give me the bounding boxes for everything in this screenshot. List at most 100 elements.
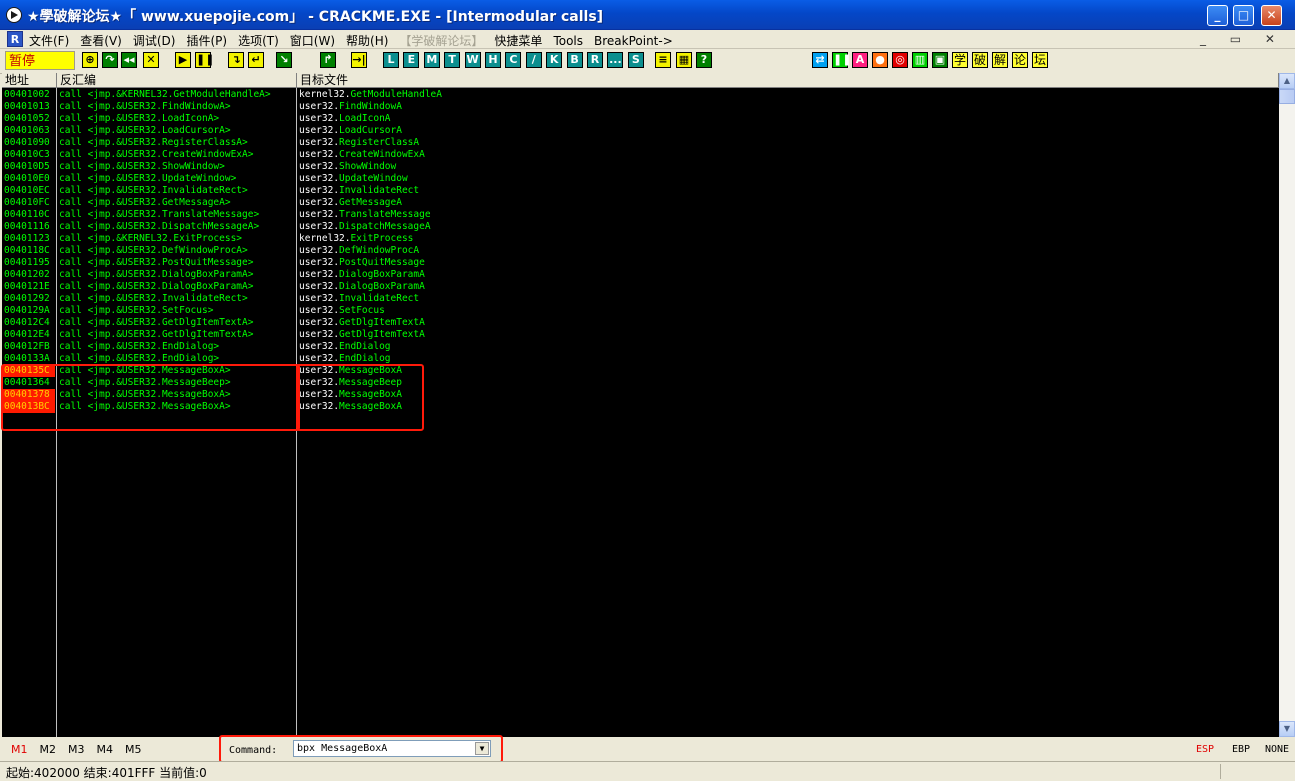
window-5-icon[interactable]: H (485, 52, 501, 68)
plugin-2-icon[interactable]: A (852, 52, 868, 68)
call-row[interactable]: 0040129A call <jmp.&USER32.SetFocus> user3… (2, 305, 1279, 317)
help-icon[interactable]: ? (696, 52, 712, 68)
mark-m2[interactable]: M2 (40, 743, 57, 756)
menu-item[interactable]: 调试(D) (133, 34, 176, 48)
call-row[interactable]: 0040121E call <jmp.&USER32.DialogBoxParam… (2, 281, 1279, 293)
forum-char-0-icon[interactable]: 学 (952, 52, 968, 68)
call-row[interactable]: 00401202 call <jmp.&USER32.DialogBoxParam… (2, 269, 1279, 281)
call-row[interactable]: 004010FC call <jmp.&USER32.GetMessageA> us… (2, 197, 1279, 209)
call-row[interactable]: 00401195 call <jmp.&USER32.PostQuitMessag… (2, 257, 1279, 269)
minimize-button[interactable]: _ (1207, 5, 1228, 26)
menu-item[interactable]: 窗口(W) (290, 34, 335, 48)
forum-char-3-icon[interactable]: 论 (1012, 52, 1028, 68)
menu-item[interactable]: BreakPoint-> (594, 34, 673, 48)
close-button[interactable]: ✕ (1261, 5, 1282, 26)
call-row[interactable]: 00401002 call <jmp.&KERNEL32.GetModuleHan… (2, 89, 1279, 101)
call-row[interactable]: 00401090 call <jmp.&USER32.RegisterClassA… (2, 137, 1279, 149)
step-over-icon[interactable]: ↵ (248, 52, 264, 68)
mark-m1[interactable]: M1 (11, 743, 28, 756)
menu-item[interactable]: 文件(F) (29, 34, 69, 48)
trace-into-icon[interactable]: ↘ (276, 52, 292, 68)
call-row[interactable]: 00401123 call <jmp.&KERNEL32.ExitProcess>… (2, 233, 1279, 245)
window-7-icon[interactable]: / (525, 52, 542, 68)
open-icon[interactable]: ⊕ (82, 52, 98, 68)
mdi-window-controls[interactable]: _ ▭ ✕ (1200, 32, 1285, 46)
plugin-1-icon[interactable]: ❚❚ (832, 52, 851, 68)
mark-m3[interactable]: M3 (68, 743, 85, 756)
run-icon[interactable]: ▶ (175, 52, 191, 68)
scroll-thumb[interactable] (1279, 89, 1295, 104)
plugin-5-icon[interactable]: ▥ (912, 52, 928, 68)
restart-icon[interactable]: ↷ (102, 52, 118, 68)
mark-m5[interactable]: M5 (125, 743, 142, 756)
scroll-up-icon[interactable]: ▲ (1279, 73, 1295, 89)
menu-item[interactable]: 快捷菜单 (494, 34, 542, 48)
plugin-0-icon[interactable]: ⇄ (812, 52, 828, 68)
window-2-icon[interactable]: M (423, 52, 440, 68)
call-row[interactable]: 00401364 call <jmp.&USER32.MessageBeep> us… (2, 377, 1279, 389)
window-12-icon[interactable]: S (627, 52, 644, 68)
column-header-address[interactable]: 地址 (2, 73, 57, 88)
call-row[interactable]: 00401292 call <jmp.&USER32.InvalidateRect… (2, 293, 1279, 305)
ollydbg-r-icon[interactable]: R (7, 31, 23, 47)
pause-icon[interactable]: ❚❚ (195, 52, 214, 68)
execute-till-return-icon[interactable]: →| (351, 52, 367, 68)
app-logo-icon[interactable] (6, 7, 22, 23)
register-ebp[interactable]: EBP (1232, 744, 1250, 755)
column-header-target[interactable]: 目标文件 (297, 73, 1279, 88)
maximize-button[interactable]: □ (1233, 5, 1254, 26)
plugin-3-icon[interactable]: ● (872, 52, 888, 68)
call-row[interactable]: 00401063 call <jmp.&USER32.LoadCursorA> us… (2, 125, 1279, 137)
call-row[interactable]: 00401116 call <jmp.&USER32.DispatchMessag… (2, 221, 1279, 233)
window-10-icon[interactable]: R (587, 52, 603, 68)
list-icon[interactable]: ≡ (655, 52, 671, 68)
title-bar[interactable]: ★學破解论坛★「 www.xuepojie.com」 - CRACKME.EXE… (0, 0, 1295, 30)
menu-item[interactable]: 选项(T) (238, 34, 279, 48)
window-9-icon[interactable]: B (566, 52, 583, 68)
call-row[interactable]: 004010C3 call <jmp.&USER32.CreateWindowEx… (2, 149, 1279, 161)
register-esp[interactable]: ESP (1196, 744, 1214, 755)
trace-over-icon[interactable]: ↱ (320, 52, 336, 68)
vertical-scrollbar[interactable]: ▲ ▼ (1279, 73, 1295, 737)
call-row[interactable]: 0040135C call <jmp.&USER32.MessageBoxA> us… (2, 365, 1279, 377)
window-3-icon[interactable]: T (444, 52, 461, 68)
forum-char-2-icon[interactable]: 解 (992, 52, 1008, 68)
call-row[interactable]: 004012FB call <jmp.&USER32.EndDialog> user… (2, 341, 1279, 353)
chevron-down-icon[interactable]: ▼ (475, 742, 489, 755)
plugin-6-icon[interactable]: ▣ (932, 52, 948, 68)
window-11-icon[interactable]: ... (607, 52, 624, 68)
window-1-icon[interactable]: E (403, 52, 420, 68)
call-row[interactable]: 004010E0 call <jmp.&USER32.UpdateWindow> u… (2, 173, 1279, 185)
close-program-icon[interactable]: ◂◂ (121, 52, 137, 68)
menu-item[interactable]: Tools (553, 34, 583, 48)
call-row[interactable]: 004012C4 call <jmp.&USER32.GetDlgItemText… (2, 317, 1279, 329)
call-row[interactable]: 004010D5 call <jmp.&USER32.ShowWindow> use… (2, 161, 1279, 173)
column-header-disassembly[interactable]: 反汇编 (57, 73, 297, 88)
menu-item[interactable]: 查看(V) (80, 34, 122, 48)
step-into-icon[interactable]: ↴ (228, 52, 244, 68)
forum-char-4-icon[interactable]: 坛 (1032, 52, 1048, 68)
call-row[interactable]: 00401052 call <jmp.&USER32.LoadIconA> user… (2, 113, 1279, 125)
scroll-down-icon[interactable]: ▼ (1279, 721, 1295, 737)
mark-m4[interactable]: M4 (97, 743, 114, 756)
window-6-icon[interactable]: C (505, 52, 522, 68)
menu-item[interactable]: 帮助(H) (346, 34, 388, 48)
call-row[interactable]: 0040110C call <jmp.&USER32.TranslateMessa… (2, 209, 1279, 221)
call-row[interactable]: 004013BC call <jmp.&USER32.MessageBoxA> us… (2, 401, 1279, 413)
call-row[interactable]: 0040118C call <jmp.&USER32.DefWindowProcA… (2, 245, 1279, 257)
intermodular-calls-panel[interactable]: 地址 反汇编 目标文件 00401002 call <jmp.&KERNEL32.… (1, 73, 1279, 737)
window-0-icon[interactable]: L (383, 52, 399, 68)
call-row[interactable]: 0040133A call <jmp.&USER32.EndDialog> user… (2, 353, 1279, 365)
forum-char-1-icon[interactable]: 破 (972, 52, 988, 68)
call-row[interactable]: 004010EC call <jmp.&USER32.InvalidateRect… (2, 185, 1279, 197)
stop-icon[interactable]: ✕ (143, 52, 159, 68)
window-4-icon[interactable]: W (464, 52, 481, 68)
window-8-icon[interactable]: K (546, 52, 563, 68)
call-row[interactable]: 00401013 call <jmp.&USER32.FindWindowA> us… (2, 101, 1279, 113)
grid-icon[interactable]: ▦ (676, 52, 692, 68)
call-row[interactable]: 00401378 call <jmp.&USER32.MessageBoxA> us… (2, 389, 1279, 401)
command-input[interactable]: bpx MessageBoxA ▼ (293, 740, 491, 757)
command-input-value[interactable]: bpx MessageBoxA (297, 743, 387, 754)
menu-item[interactable]: 插件(P) (186, 34, 227, 48)
plugin-4-icon[interactable]: ◎ (892, 52, 908, 68)
